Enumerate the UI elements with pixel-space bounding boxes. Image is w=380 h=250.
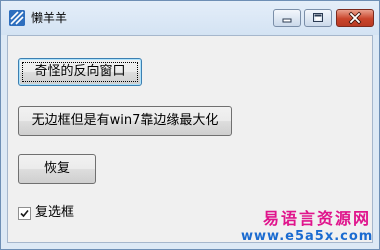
close-button[interactable]: [336, 9, 374, 27]
maximize-icon: [313, 13, 323, 22]
borderless-maximize-button-label: 无边框但是有win7靠边缘最大化: [31, 113, 219, 128]
maximize-button[interactable]: [304, 9, 332, 27]
window-title: 懒羊羊: [31, 11, 68, 25]
reverse-window-button-label: 奇怪的反向窗口: [34, 64, 126, 79]
minimize-icon: [282, 18, 292, 23]
checkbox-label[interactable]: 复选框: [35, 205, 74, 221]
restore-button-label: 恢复: [43, 161, 70, 176]
app-window: 懒羊羊 奇怪的反向窗口 无边框但是有win7靠边缘最大化 恢复 复选框 易语言资…: [0, 0, 380, 250]
watermark-url: www.e5a5x.com: [241, 229, 374, 244]
title-bar[interactable]: 懒羊羊: [1, 1, 379, 35]
app-icon[interactable]: [9, 10, 25, 26]
checkbox-box[interactable]: [18, 207, 31, 220]
watermark-title: 易语言资源网: [262, 209, 371, 228]
reverse-window-button[interactable]: 奇怪的反向窗口: [18, 58, 142, 86]
watermark: 易语言资源网 www.e5a5x.com: [241, 209, 374, 245]
borderless-maximize-button[interactable]: 无边框但是有win7靠边缘最大化: [18, 106, 232, 136]
close-icon: [348, 11, 362, 25]
check-icon: [20, 209, 29, 218]
restore-button[interactable]: 恢复: [18, 154, 96, 184]
minimize-button[interactable]: [273, 9, 301, 27]
